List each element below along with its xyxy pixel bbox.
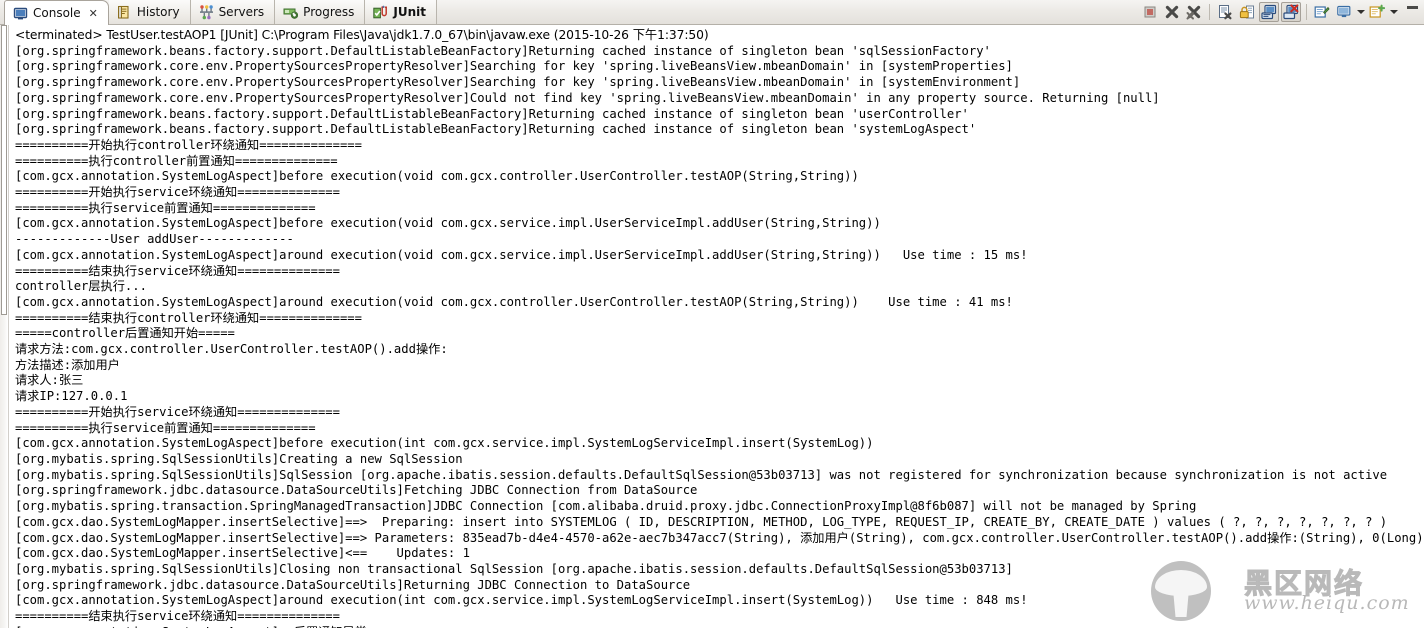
console-line: [org.springframework.beans.factory.suppo…: [15, 43, 991, 58]
console-line: [com.gcx.annotation.SystemLogAspect]befo…: [15, 169, 859, 184]
pin-console-button[interactable]: [1312, 2, 1332, 22]
console-line: ==========结束执行service环绕通知==============: [15, 609, 340, 624]
console-line: 请求人:张三: [15, 373, 84, 388]
tab-junit[interactable]: * JUnit: [365, 0, 437, 24]
toolbar-separator-2: [1306, 3, 1307, 20]
console-output-area[interactable]: <terminated> TestUser.testAOP1 [JUnit] C…: [9, 25, 1424, 628]
console-line: [org.mybatis.spring.SqlSessionUtils]SqlS…: [15, 467, 1388, 482]
terminate-icon: [1144, 6, 1156, 17]
open-console-button[interactable]: [1367, 2, 1387, 22]
console-line: [com.gcx.annotation.SystemLogAspect]arou…: [15, 593, 1028, 608]
console-line: [org.mybatis.spring.SqlSessionUtils]Clos…: [15, 561, 1013, 576]
console-line: [com.gcx.annotation.SystemLogAspect]befo…: [15, 436, 874, 451]
console-vertical-scrollbar[interactable]: [0, 25, 9, 628]
remove-all-x-icon: [1186, 5, 1201, 19]
view-tab-bar: Console ✕ History Servers Progress * JUn…: [0, 0, 1424, 25]
console-line: -------------User addUser-------------: [15, 232, 294, 247]
console-line: [com.gcx.annotation.SystemLogAspect]arou…: [15, 247, 1028, 262]
console-line: ==========开始执行service环绕通知==============: [15, 185, 340, 200]
display-selected-console-button[interactable]: [1334, 2, 1354, 22]
console-line: [com.gcx.dao.SystemLogMapper.insertSelec…: [15, 530, 1424, 545]
tab-servers-label: Servers: [218, 5, 265, 19]
show-console-on-output-button[interactable]: [1259, 1, 1279, 22]
console-line: ==========结束执行controller环绕通知============…: [15, 310, 362, 325]
console-line: [org.springframework.beans.factory.suppo…: [15, 106, 969, 121]
console-line: [com.gcx.dao.SystemLogMapper.insertSelec…: [15, 514, 1388, 529]
tab-console-label: Console: [33, 6, 81, 20]
tab-history-label: History: [136, 5, 180, 19]
console-line: [com.gcx.annotation.SystemLogAspect]arou…: [15, 294, 1013, 309]
tab-list: Console ✕ History Servers Progress * JUn…: [4, 0, 437, 25]
tab-servers[interactable]: Servers: [190, 0, 276, 24]
svg-text:*: *: [383, 5, 386, 11]
console-line: [com.gcx.annotation.SystemLogAspect]befo…: [15, 216, 881, 231]
console-line: ==========结束执行service环绕通知==============: [15, 263, 340, 278]
toolbar-separator-1: [1209, 3, 1210, 20]
console-line: ==========开始执行service环绕通知==============: [15, 404, 340, 419]
console-line: [org.mybatis.spring.SqlSessionUtils]Crea…: [15, 451, 463, 466]
scroll-lock-button[interactable]: [1237, 2, 1257, 22]
open-console-icon: [1369, 4, 1385, 18]
console-line: ==========开始执行controller环绕通知============…: [15, 137, 362, 152]
junit-icon: *: [373, 5, 388, 20]
console-line: ==========执行service前置通知==============: [15, 200, 316, 215]
progress-icon: [283, 5, 299, 20]
tab-console[interactable]: Console ✕: [4, 0, 109, 25]
console-line: ==========执行service前置通知==============: [15, 420, 316, 435]
console-body: <terminated> TestUser.testAOP1 [JUnit] C…: [0, 25, 1424, 628]
tab-junit-label: JUnit: [393, 5, 426, 19]
console-line: [org.springframework.jdbc.datasource.Dat…: [15, 577, 691, 592]
console-line: [org.springframework.jdbc.datasource.Dat…: [15, 483, 698, 498]
console-line: 请求IP:127.0.0.1: [15, 389, 128, 404]
clear-console-button[interactable]: [1215, 2, 1235, 22]
view-toolbar: [1140, 0, 1424, 24]
console-out-icon: [1261, 4, 1277, 19]
console-line: [org.springframework.beans.factory.suppo…: [15, 122, 977, 137]
show-console-on-error-button[interactable]: [1281, 1, 1301, 22]
console-line: [org.springframework.core.env.PropertySo…: [15, 59, 1013, 74]
clear-console-icon: [1219, 4, 1232, 19]
console-line: [org.mybatis.spring.transaction.SpringMa…: [15, 499, 1197, 514]
tab-history[interactable]: History: [108, 0, 191, 24]
eclipse-console-view: Console ✕ History Servers Progress * JUn…: [0, 0, 1424, 628]
console-log-lines: [org.springframework.beans.factory.suppo…: [15, 44, 1424, 628]
console-line: controller层执行...: [15, 279, 147, 294]
console-icon: [13, 6, 28, 21]
lock-icon: [1239, 5, 1254, 18]
console-line: [org.springframework.core.env.PropertySo…: [15, 75, 1021, 90]
tab-close-icon[interactable]: ✕: [89, 7, 98, 20]
tab-progress-label: Progress: [303, 5, 355, 19]
scrollbar-thumb[interactable]: [1, 25, 7, 315]
pin-icon: [1314, 5, 1330, 18]
remove-x-icon: [1165, 5, 1179, 18]
display-console-icon: [1337, 5, 1351, 17]
remove-launch-button[interactable]: [1162, 2, 1182, 22]
console-line: [org.springframework.core.env.PropertySo…: [15, 90, 1160, 105]
tab-progress[interactable]: Progress: [275, 0, 366, 24]
minimize-view-button[interactable]: [1404, 3, 1420, 21]
console-line: ==========执行controller前置通知==============: [15, 153, 338, 168]
console-line: 请求方法:com.gcx.controller.UserController.t…: [15, 342, 448, 357]
display-console-dropdown-arrow[interactable]: [1356, 3, 1365, 21]
launch-config-header: <terminated> TestUser.testAOP1 [JUnit] C…: [15, 28, 709, 42]
remove-all-terminated-button[interactable]: [1184, 2, 1204, 22]
console-line: =====controller后置通知开始=====: [15, 326, 235, 341]
console-line: [com.gcx.dao.SystemLogMapper.insertSelec…: [15, 546, 470, 561]
console-line: 方法描述:添加用户: [15, 357, 120, 372]
terminate-button[interactable]: [1140, 2, 1160, 22]
history-icon: [117, 5, 132, 20]
console-error-icon: [1283, 3, 1299, 19]
open-console-dropdown-arrow[interactable]: [1389, 3, 1398, 21]
servers-icon: [199, 4, 214, 20]
